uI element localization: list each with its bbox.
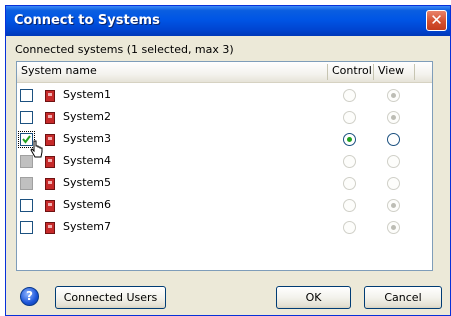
title-bar[interactable]: Connect to Systems ✕ — [6, 6, 450, 36]
view-radio[interactable] — [387, 133, 400, 146]
system-name: System1 — [63, 88, 112, 101]
connected-systems-caption: Connected systems (1 selected, max 3) — [15, 43, 234, 56]
table-row[interactable]: System2 — [17, 107, 432, 129]
system-icon — [45, 156, 55, 168]
control-radio — [343, 221, 356, 234]
table-row[interactable]: System1 — [17, 85, 432, 107]
column-header-view[interactable]: View — [374, 62, 414, 82]
view-radio — [387, 111, 400, 124]
table-row[interactable]: System5 — [17, 173, 432, 195]
system-name: System4 — [63, 154, 112, 167]
system-checkbox[interactable] — [20, 221, 33, 234]
table-row[interactable]: System3 — [17, 129, 432, 151]
view-radio — [387, 177, 400, 190]
table-row[interactable]: System7 — [17, 217, 432, 239]
system-checkbox[interactable] — [20, 89, 33, 102]
system-icon — [45, 178, 55, 190]
view-radio — [387, 89, 400, 102]
system-name: System3 — [63, 132, 112, 145]
window-title: Connect to Systems — [14, 13, 160, 28]
view-radio — [387, 221, 400, 234]
control-radio — [343, 111, 356, 124]
system-icon — [45, 222, 55, 234]
control-radio — [343, 177, 356, 190]
close-icon: ✕ — [430, 11, 443, 29]
column-header-system-name[interactable]: System name — [17, 62, 327, 82]
cancel-button[interactable]: Cancel — [364, 286, 442, 309]
list-header: System name Control View — [17, 62, 432, 83]
ok-button[interactable]: OK — [276, 286, 351, 309]
system-name: System7 — [63, 220, 112, 233]
help-icon: ? — [26, 289, 33, 303]
column-divider[interactable] — [414, 64, 415, 80]
system-checkbox[interactable] — [20, 111, 33, 124]
system-icon — [45, 200, 55, 212]
hand-cursor-icon — [30, 140, 44, 163]
view-radio — [387, 155, 400, 168]
view-radio — [387, 199, 400, 212]
system-checkbox[interactable] — [20, 199, 33, 212]
table-row[interactable]: System4 — [17, 151, 432, 173]
control-radio — [343, 155, 356, 168]
system-checkbox — [20, 177, 33, 190]
table-row[interactable]: System6 — [17, 195, 432, 217]
close-button[interactable]: ✕ — [426, 10, 447, 31]
system-icon — [45, 90, 55, 102]
system-icon — [45, 134, 55, 146]
system-name: System2 — [63, 110, 112, 123]
column-header-control[interactable]: Control — [328, 62, 373, 82]
control-radio[interactable] — [343, 133, 356, 146]
system-icon — [45, 112, 55, 124]
control-radio — [343, 199, 356, 212]
system-name: System6 — [63, 198, 112, 211]
system-name: System5 — [63, 176, 112, 189]
help-button[interactable]: ? — [20, 287, 39, 306]
control-radio — [343, 89, 356, 102]
systems-list[interactable]: System name Control View System1 System2 S… — [16, 61, 433, 271]
connected-users-button[interactable]: Connected Users — [55, 286, 166, 309]
